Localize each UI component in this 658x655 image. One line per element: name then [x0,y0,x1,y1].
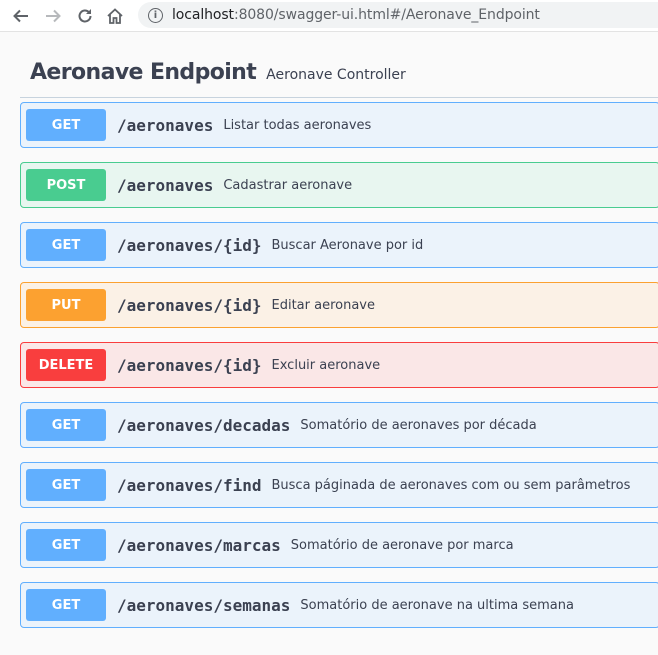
operation-get-semanas[interactable]: GET /aeronaves/semanas Somatório de aero… [20,582,658,628]
operation-summary: Busca páginada de aeronaves com ou sem p… [271,477,631,493]
operation-summary: Editar aeronave [271,297,376,313]
url-host: localhost [172,7,234,23]
home-button[interactable] [104,5,126,27]
browser-toolbar: i localhost:8080/swagger-ui.html#/Aerona… [0,0,658,32]
operation-path: /aeronaves/{id} [117,295,262,315]
method-badge: GET [26,529,106,561]
operation-get-decadas[interactable]: GET /aeronaves/decadas Somatório de aero… [20,402,658,448]
operation-summary: Somatório de aeronave por marca [290,537,514,553]
operation-summary: Excluir aeronave [271,357,381,373]
arrow-right-icon [46,9,61,22]
operation-summary: Buscar Aeronave por id [271,237,424,253]
operation-get-aeronave-by-id[interactable]: GET /aeronaves/{id} Buscar Aeronave por … [20,222,658,268]
operation-path: /aeronaves [117,115,214,135]
operation-put-aeronave[interactable]: PUT /aeronaves/{id} Editar aeronave [20,282,658,328]
method-badge: GET [26,589,106,621]
operation-path: /aeronaves/semanas [117,595,291,615]
operation-summary: Somatório de aeronaves por década [300,417,537,433]
info-icon[interactable]: i [148,7,163,23]
operation-summary: Cadastrar aeronave [223,177,353,193]
operation-get-aeronaves[interactable]: GET /aeronaves Listar todas aeronaves [20,102,658,148]
reload-button[interactable] [74,5,96,27]
tag-name: Aeronave Endpoint [30,60,257,85]
tag-description: Aeronave Controller [266,66,406,83]
operation-post-aeronaves[interactable]: POST /aeronaves Cadastrar aeronave [20,162,658,208]
operation-path: /aeronaves [117,175,214,195]
operation-path: /aeronaves/{id} [117,235,262,255]
back-button[interactable] [10,5,32,27]
operation-get-marcas[interactable]: GET /aeronaves/marcas Somatório de aeron… [20,522,658,568]
operation-summary: Somatório de aeronave na ultima semana [300,597,574,613]
operation-summary: Listar todas aeronaves [223,117,372,133]
method-badge: GET [26,409,106,441]
operation-delete-aeronave[interactable]: DELETE /aeronaves/{id} Excluir aeronave [20,342,658,388]
forward-button[interactable] [42,5,64,27]
method-badge: GET [26,109,106,141]
home-icon [107,7,123,24]
tag-header[interactable]: Aeronave Endpoint Aeronave Controller [20,48,658,98]
url-text: localhost:8080/swagger-ui.html#/Aeronave… [172,7,540,23]
arrow-left-icon [13,9,28,22]
address-bar[interactable]: i localhost:8080/swagger-ui.html#/Aerona… [138,2,658,28]
url-path: :8080/swagger-ui.html#/Aeronave_Endpoint [233,7,540,23]
reload-icon [78,8,92,22]
operation-path: /aeronaves/marcas [117,535,281,555]
method-badge: GET [26,229,106,261]
method-badge: POST [26,169,106,201]
method-badge: GET [26,469,106,501]
operation-path: /aeronaves/find [117,475,262,495]
method-badge: DELETE [26,349,106,381]
operation-get-find[interactable]: GET /aeronaves/find Busca páginada de ae… [20,462,658,508]
method-badge: PUT [26,289,106,321]
operation-path: /aeronaves/{id} [117,355,262,375]
operation-path: /aeronaves/decadas [117,415,291,435]
